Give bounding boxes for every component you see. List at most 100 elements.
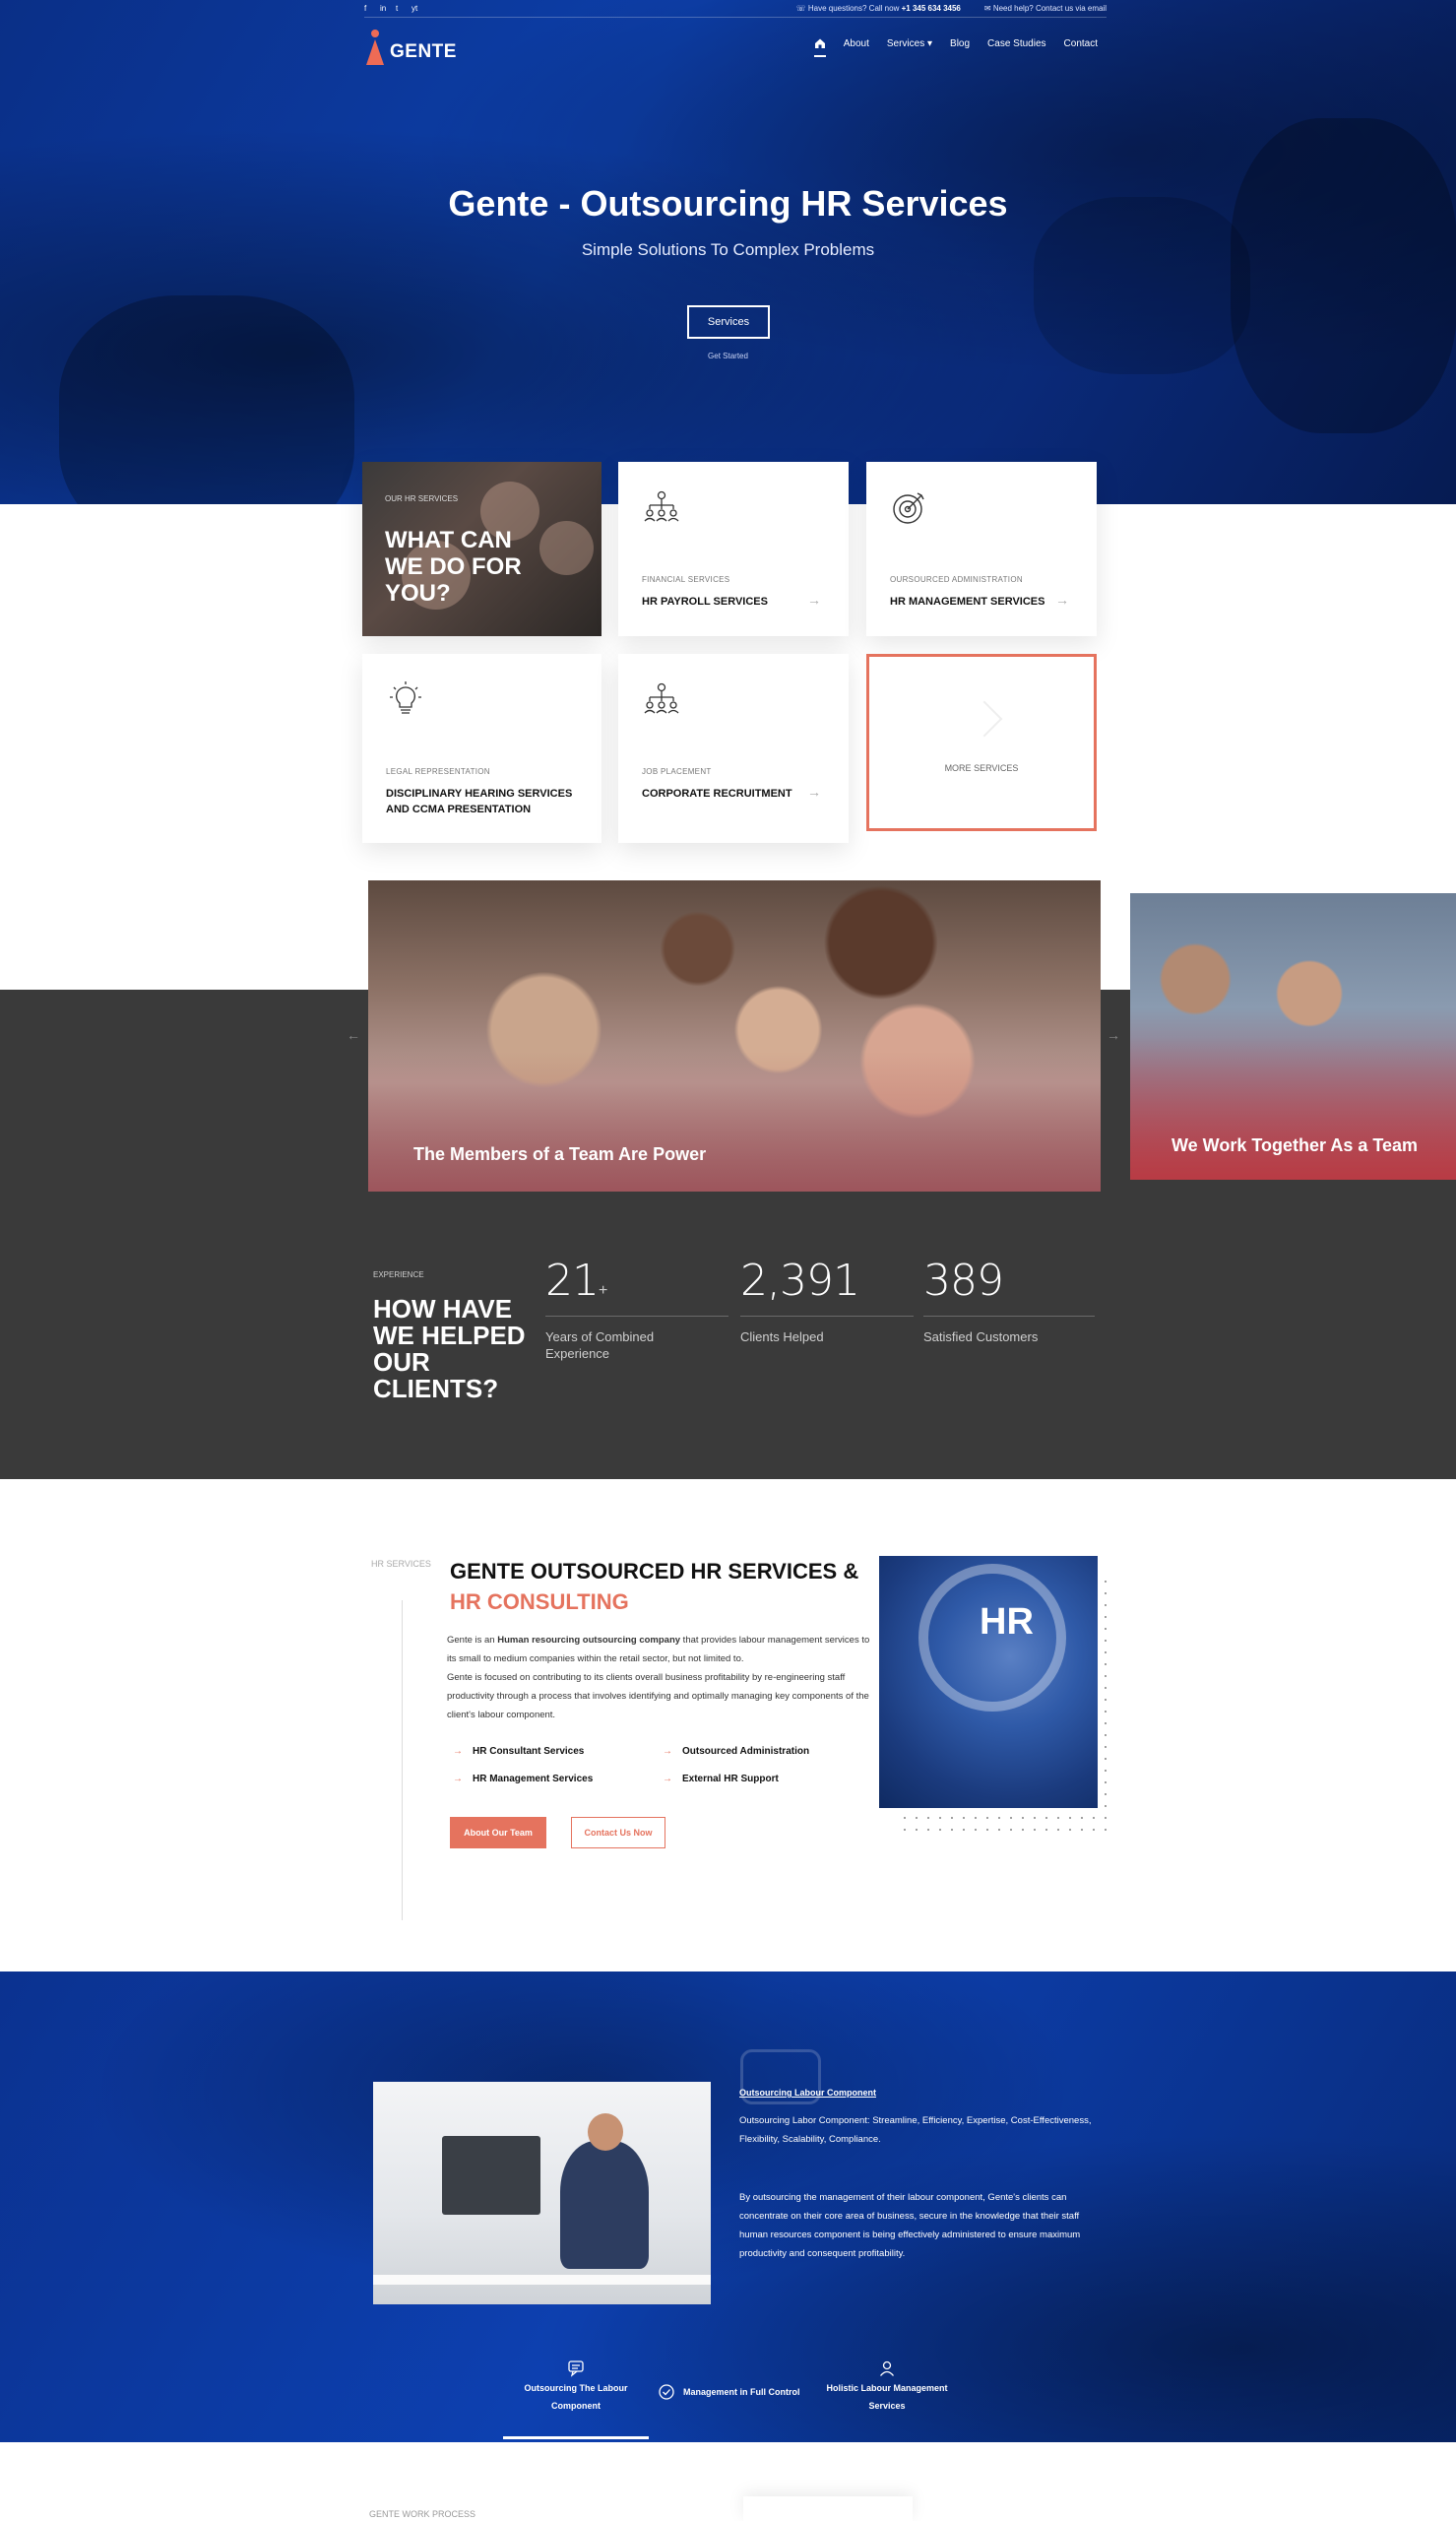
mail-icon: ✉ — [983, 4, 993, 13]
about-team-button[interactable]: About Our Team — [450, 1817, 546, 1848]
youtube-icon[interactable]: yt — [411, 4, 419, 13]
topbar-contact: ☏ Have questions? Call now +1 345 634 34… — [796, 4, 1107, 13]
contact-us-button[interactable]: Contact Us Now — [571, 1817, 665, 1848]
service-card-management[interactable]: OURSOURCED ADMINISTRATION HR MANAGEMENT … — [866, 462, 1097, 636]
service-card-disciplinary[interactable]: LEGAL REPRESENTATION DISCIPLINARY HEARIN… — [362, 654, 601, 843]
feature-item: → HR Consultant Services — [453, 1746, 584, 1757]
stat-customers: 389 Satisfied Customers — [923, 1256, 1095, 1345]
divider-line — [402, 1600, 403, 1920]
nav-services[interactable]: Services ▾ — [887, 38, 932, 49]
tab-holistic[interactable]: Holistic Labour Management Services — [823, 2359, 951, 2415]
service-title: CORPORATE RECRUITMENT — [642, 788, 792, 800]
service-card-recruitment[interactable]: JOB PLACEMENT CORPORATE RECRUITMENT → — [618, 654, 849, 843]
nav-contact[interactable]: Contact — [1064, 38, 1098, 49]
labour-paragraph-1: Outsourcing Labor Component: Streamline,… — [739, 2115, 1092, 2145]
service-title: DISCIPLINARY HEARING SERVICES AND CCMA P… — [386, 788, 573, 815]
stat-label: Years of Combined Experience — [545, 1329, 655, 1361]
chevron-down-icon: ▾ — [927, 37, 933, 49]
user-icon — [879, 2360, 895, 2376]
tab-outsourcing[interactable]: Outsourcing The Labour Component — [517, 2359, 635, 2415]
facebook-icon[interactable]: f — [364, 4, 372, 13]
tab-management[interactable]: Management in Full Control — [658, 2383, 815, 2401]
process-label: GENTE WORK PROCESS — [369, 2509, 476, 2519]
more-services-card[interactable]: MORE SERVICES — [866, 654, 1097, 831]
worker-head — [588, 2113, 623, 2151]
stat-value: 389 — [923, 1256, 1004, 1306]
get-started-link[interactable]: Get Started — [0, 352, 1456, 360]
feature-item: → Outsourced Administration — [663, 1746, 809, 1757]
about-title: GENTE OUTSOURCED HR SERVICES & HR CONSUL… — [450, 1556, 873, 1617]
hr-image-text: HR — [980, 1601, 1034, 1643]
help-text: Need help? Contact us via email — [992, 4, 1107, 13]
social-links: f in t yt — [364, 4, 419, 13]
services-button[interactable]: Services — [687, 305, 770, 339]
nav-case-studies[interactable]: Case Studies — [987, 38, 1045, 49]
feature-item: → HR Management Services — [453, 1774, 593, 1784]
arrow-right-icon[interactable]: → — [1107, 1027, 1120, 1043]
p1-prefix: Gente is an — [447, 1635, 498, 1646]
feature-title: WHAT CAN WE DO FOR YOU? — [385, 527, 522, 607]
labour-heading: Outsourcing Labour Component — [739, 2088, 876, 2098]
question-text: Have questions? Call now — [807, 4, 900, 13]
labour-paragraph-2: By outsourcing the management of their l… — [739, 2192, 1081, 2259]
target-icon — [893, 492, 924, 524]
arrow-right-icon: → — [663, 1774, 672, 1784]
arrow-right-icon: → — [807, 592, 821, 608]
monitor — [442, 2136, 540, 2215]
phone-info[interactable]: ☏ Have questions? Call now +1 345 634 34… — [796, 4, 961, 13]
help-info[interactable]: ✉ Need help? Contact us via email — [984, 4, 1107, 13]
stat-divider — [545, 1316, 728, 1317]
active-tab-indicator — [503, 2436, 649, 2439]
about-text: Gente is an Human resourcing outsourcing… — [447, 1631, 870, 1724]
desk — [373, 2275, 711, 2285]
arrow-right-icon: → — [453, 1746, 463, 1757]
feature-label: OUR HR SERVICES — [385, 494, 459, 503]
team-slide-main[interactable]: The Members of a Team Are Power — [368, 880, 1101, 1192]
service-title: HR MANAGEMENT SERVICES — [890, 596, 1045, 608]
hero-bg-shape — [59, 295, 354, 504]
service-card-payroll[interactable]: FINANCIAL SERVICES HR PAYROLL SERVICES → — [618, 462, 849, 636]
experience-label: EXPERIENCE — [373, 1270, 424, 1279]
phone-number: +1 345 634 3456 — [901, 4, 961, 13]
about-paragraph-2: Gente is focused on contributing to its … — [447, 1672, 869, 1720]
about-title-accent: HR CONSULTING — [450, 1589, 629, 1614]
hero-section: f in t yt ☏ Have questions? Call now +1 … — [0, 0, 1456, 504]
stat-divider — [923, 1316, 1095, 1317]
stat-value: 21 — [545, 1256, 600, 1306]
logo-person-icon — [364, 30, 386, 67]
tab-label: Management in Full Control — [683, 2387, 800, 2397]
worker — [560, 2141, 649, 2269]
stat-label: Clients Helped — [740, 1329, 824, 1344]
tab-label: Holistic Labour Management Services — [826, 2383, 948, 2411]
stat-value: 2,391 — [740, 1256, 860, 1306]
hero-subtitle: Simple Solutions To Complex Problems — [581, 240, 875, 259]
home-icon[interactable] — [813, 37, 826, 57]
team-slide-next[interactable]: We Work Together As a Team — [1130, 893, 1456, 1180]
feature-label: Outsourced Administration — [682, 1746, 810, 1757]
arrow-left-icon[interactable]: ← — [347, 1027, 360, 1043]
about-paragraph-1: Gente is an Human resourcing outsourcing… — [447, 1631, 870, 1668]
stat-years: 21+ Years of Combined Experience — [545, 1256, 728, 1362]
service-title: HR PAYROLL SERVICES — [642, 596, 768, 608]
stat-label: Satisfied Customers — [923, 1329, 1039, 1344]
arrow-right-icon: → — [663, 1746, 672, 1757]
nav-blog[interactable]: Blog — [950, 38, 970, 49]
feature-item: → External HR Support — [663, 1774, 779, 1784]
check-circle-icon — [659, 2384, 674, 2400]
service-category: OURSOURCED ADMINISTRATION — [890, 575, 1023, 584]
lightbulb-icon — [390, 681, 421, 714]
top-bar: f in t yt ☏ Have questions? Call now +1 … — [364, 0, 1107, 18]
arrow-right-icon: → — [453, 1774, 463, 1784]
site-logo[interactable]: GENTE — [364, 30, 457, 67]
linkedin-icon[interactable]: in — [380, 4, 388, 13]
process-card — [743, 2496, 913, 2521]
tab-label: Outsourcing The Labour Component — [524, 2383, 628, 2411]
service-category: JOB PLACEMENT — [642, 767, 712, 776]
slide-caption: We Work Together As a Team — [1171, 1135, 1419, 1155]
nav-about[interactable]: About — [844, 38, 869, 49]
stat-divider — [740, 1316, 914, 1317]
hero-bg-shape — [1231, 118, 1456, 433]
p1-bold: Human resourcing outsourcing company — [497, 1635, 681, 1646]
twitter-icon[interactable]: t — [396, 4, 404, 13]
service-category: LEGAL REPRESENTATION — [386, 767, 490, 776]
